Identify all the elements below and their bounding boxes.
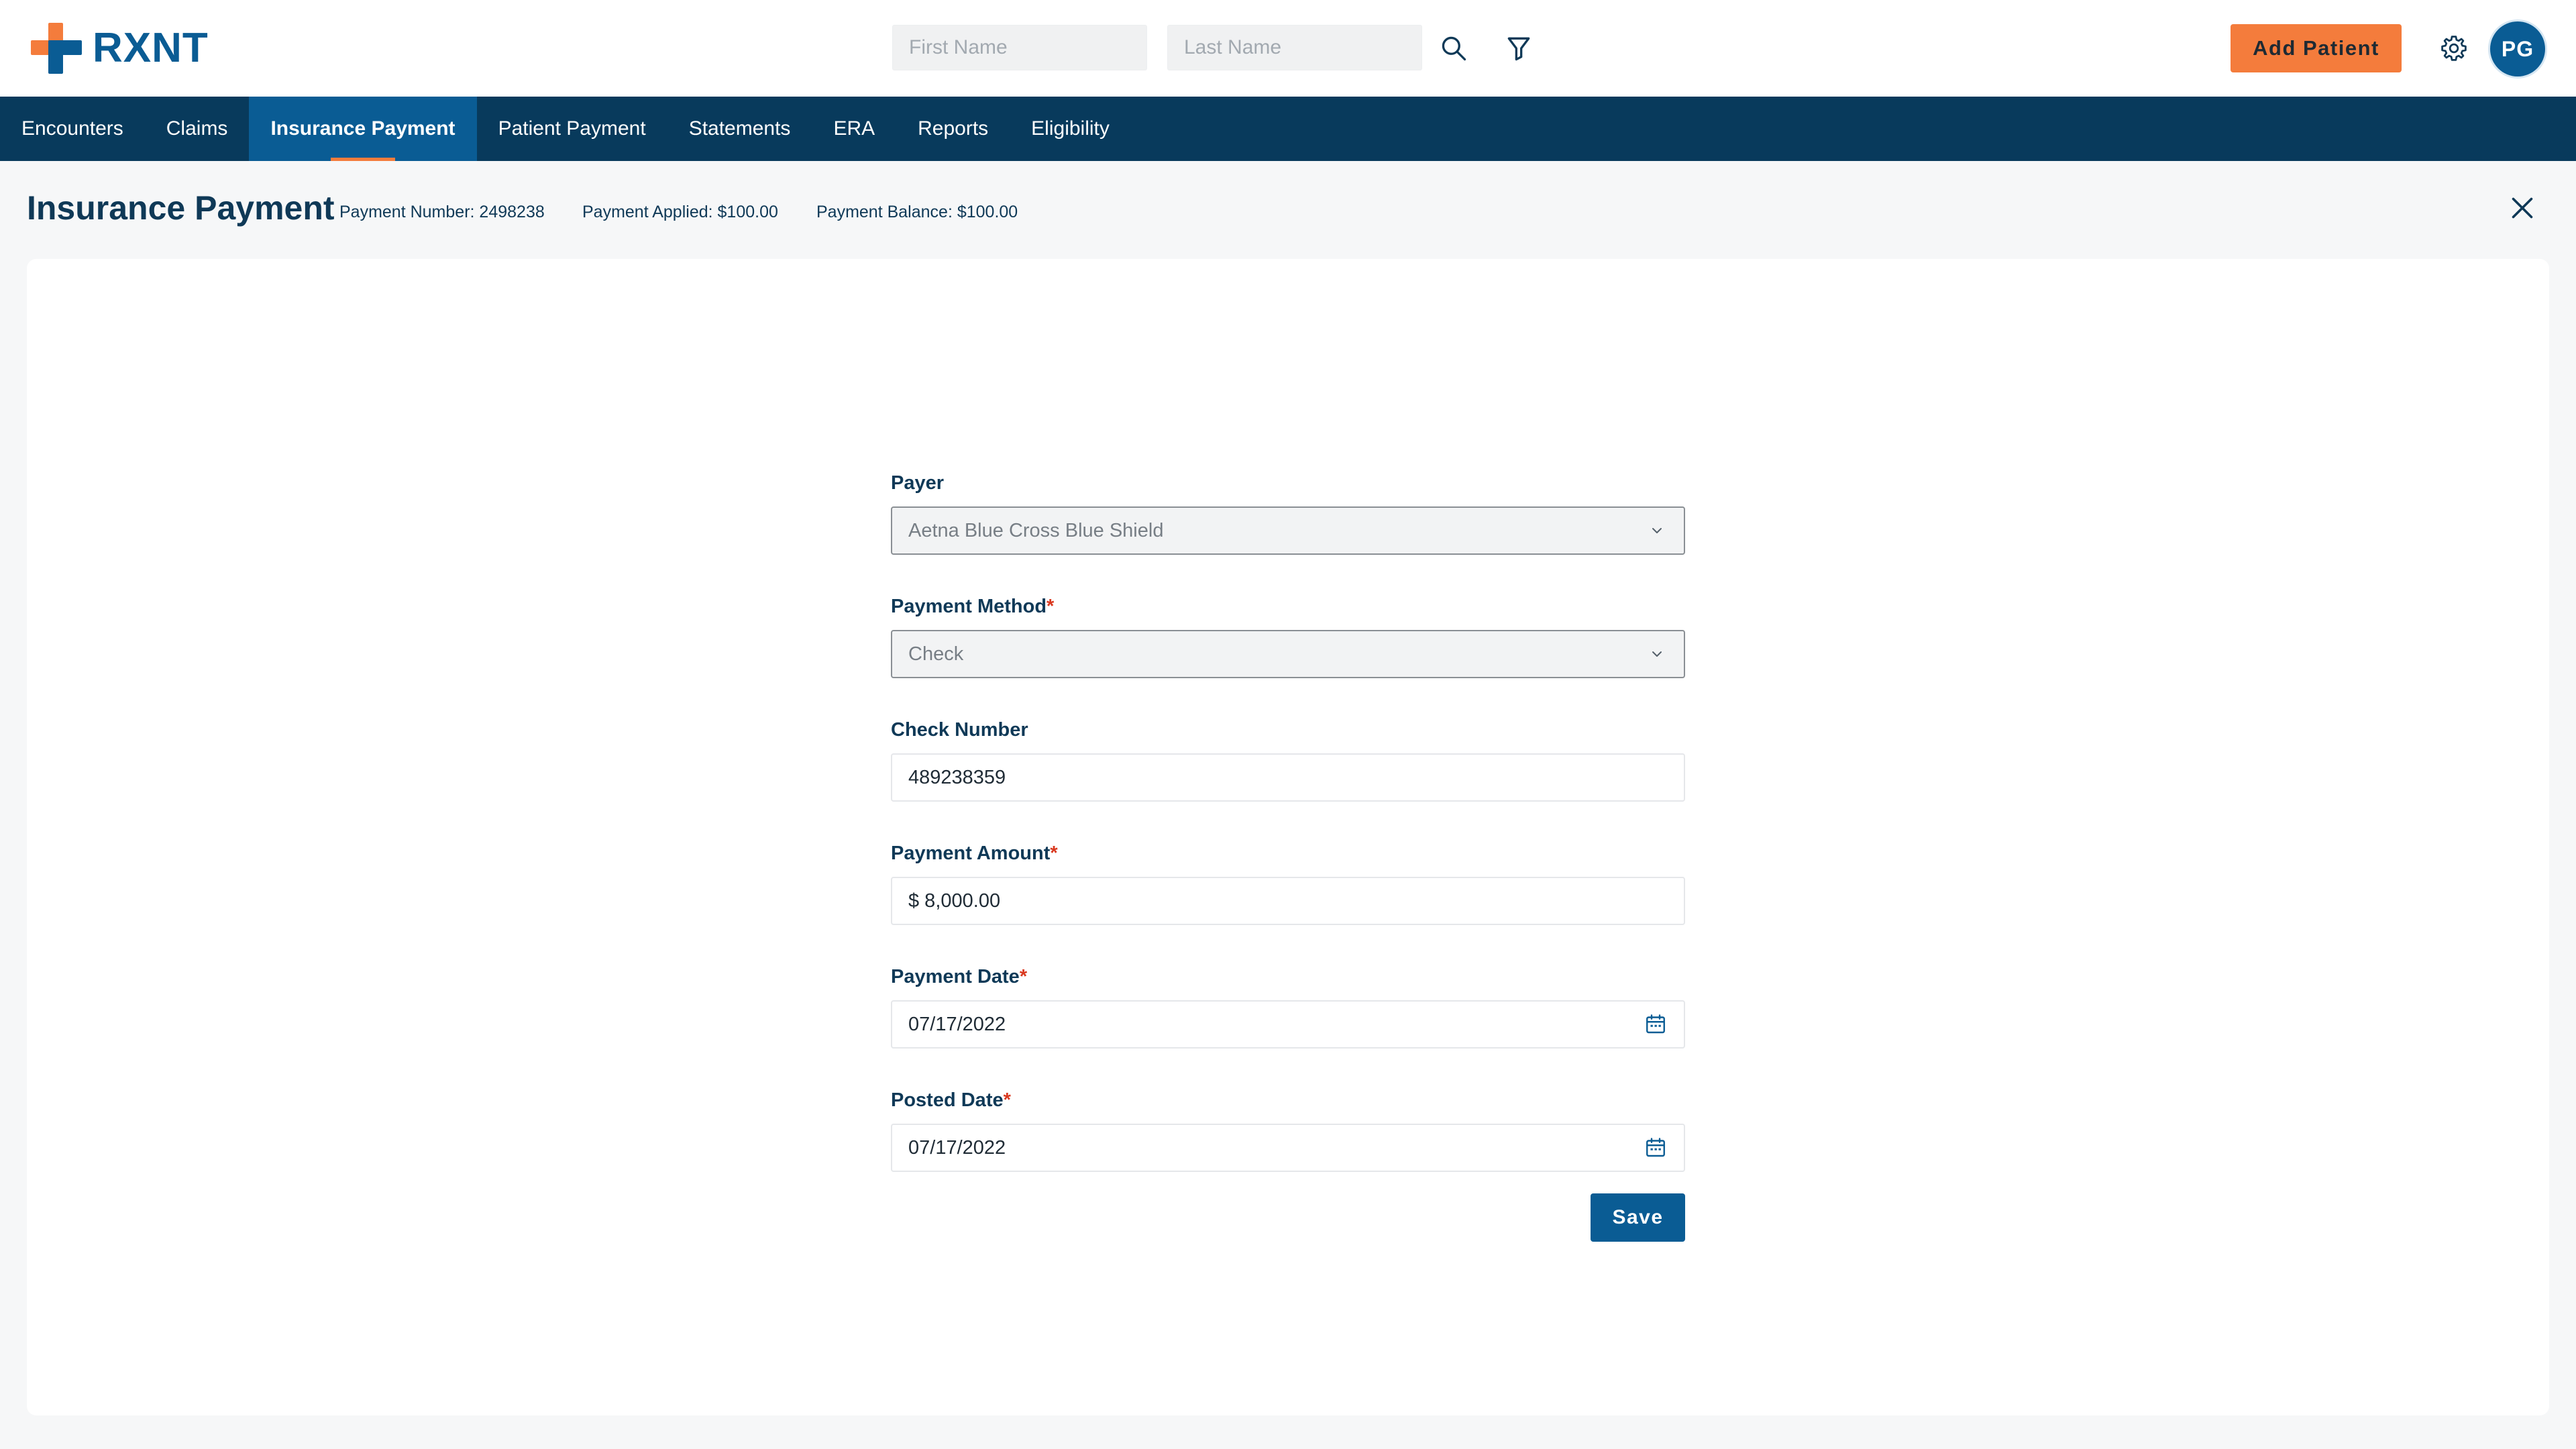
payment-date-field: Payment Date* 07/17/2022 xyxy=(891,963,1685,1049)
posted-date-label: Posted Date* xyxy=(891,1087,1685,1114)
chevron-down-icon xyxy=(1652,528,1662,533)
posted-date-input[interactable]: 07/17/2022 xyxy=(891,1124,1685,1172)
save-button[interactable]: Save xyxy=(1591,1193,1685,1242)
filter-icon xyxy=(1507,37,1530,61)
payment-number-value: 2498238 xyxy=(479,203,545,221)
payment-date-input[interactable]: 07/17/2022 xyxy=(891,1000,1685,1049)
required-mark: * xyxy=(1046,596,1055,617)
nav-tab-encounters[interactable]: Encounters xyxy=(0,97,145,161)
brand-name: RXNT xyxy=(93,25,209,71)
payment-date-label: Payment Date* xyxy=(891,963,1685,990)
payment-balance-label: Payment Balance: xyxy=(816,203,957,221)
chevron-down-icon xyxy=(1652,651,1662,657)
last-name-search-input[interactable] xyxy=(1167,25,1422,70)
rxnt-logo[interactable]: RXNT xyxy=(31,23,209,74)
add-patient-button[interactable]: Add Patient xyxy=(2231,24,2402,72)
nav-tab-statements[interactable]: Statements xyxy=(667,97,812,161)
user-avatar[interactable]: PG xyxy=(2490,21,2545,76)
form-actions: Save xyxy=(891,1193,1685,1242)
calendar-icon[interactable] xyxy=(1644,1136,1668,1160)
first-name-search-input[interactable] xyxy=(892,25,1147,70)
search-icon xyxy=(1442,36,1466,61)
payment-applied-value: $100.00 xyxy=(717,203,778,221)
posted-date-field: Posted Date* 07/17/2022 xyxy=(891,1087,1685,1172)
payment-amount-label-text: Payment Amount xyxy=(891,843,1051,864)
payment-applied-info: Payment Applied: $100.00 xyxy=(582,203,778,222)
payment-method-select[interactable]: Check xyxy=(891,630,1685,678)
nav-tab-eligibility[interactable]: Eligibility xyxy=(1010,97,1131,161)
payment-method-field: Payment Method* Check xyxy=(891,593,1685,678)
rxnt-cross-logo-icon xyxy=(31,23,82,74)
posted-date-value: 07/17/2022 xyxy=(908,1136,1006,1159)
payment-amount-input[interactable]: $ 8,000.00 xyxy=(891,877,1685,925)
check-number-label: Check Number xyxy=(891,716,1685,743)
insurance-payment-form: Payer Aetna Blue Cross Blue Shield Payme… xyxy=(891,470,1685,1242)
required-mark: * xyxy=(1019,966,1028,987)
search-button[interactable] xyxy=(1435,30,1472,67)
payer-select[interactable]: Aetna Blue Cross Blue Shield xyxy=(891,506,1685,555)
gear-icon xyxy=(2441,36,2467,61)
payment-amount-field: Payment Amount* $ 8,000.00 xyxy=(891,840,1685,925)
page-title: Insurance Payment xyxy=(27,189,335,227)
payment-method-selected-value: Check xyxy=(908,643,964,665)
check-number-input[interactable]: 489238359 xyxy=(891,753,1685,802)
payment-amount-value: $ 8,000.00 xyxy=(908,890,1001,912)
payer-field: Payer Aetna Blue Cross Blue Shield xyxy=(891,470,1685,555)
top-header: RXNT Add Patient PG xyxy=(0,0,2576,97)
nav-tab-patient-payment[interactable]: Patient Payment xyxy=(477,97,667,161)
nav-tab-claims[interactable]: Claims xyxy=(145,97,250,161)
calendar-icon[interactable] xyxy=(1644,1012,1668,1036)
required-mark: * xyxy=(1050,843,1058,864)
payment-number-label: Payment Number: xyxy=(339,203,480,221)
filter-button[interactable] xyxy=(1500,30,1538,67)
payer-label: Payer xyxy=(891,470,1685,496)
check-number-value: 489238359 xyxy=(908,766,1006,788)
close-button[interactable] xyxy=(2502,188,2542,228)
main-nav: Encounters Claims Insurance Payment Pati… xyxy=(0,97,2576,161)
payment-method-label: Payment Method* xyxy=(891,593,1685,620)
nav-tab-reports[interactable]: Reports xyxy=(896,97,1010,161)
nav-tab-insurance-payment[interactable]: Insurance Payment xyxy=(249,97,477,161)
payment-date-value: 07/17/2022 xyxy=(908,1013,1006,1035)
nav-tab-era[interactable]: ERA xyxy=(812,97,896,161)
check-number-label-text: Check Number xyxy=(891,719,1028,741)
payment-number-info: Payment Number: 2498238 xyxy=(339,203,545,222)
payment-method-label-text: Payment Method xyxy=(891,596,1047,617)
required-mark: * xyxy=(1003,1089,1011,1111)
payment-amount-label: Payment Amount* xyxy=(891,840,1685,867)
check-number-field: Check Number 489238359 xyxy=(891,716,1685,802)
payer-selected-value: Aetna Blue Cross Blue Shield xyxy=(908,519,1164,541)
payment-balance-value: $100.00 xyxy=(957,203,1018,221)
payer-label-text: Payer xyxy=(891,472,945,494)
payment-date-label-text: Payment Date xyxy=(891,966,1020,987)
payment-applied-label: Payment Applied: xyxy=(582,203,718,221)
close-icon xyxy=(2512,197,2533,219)
payment-balance-info: Payment Balance: $100.00 xyxy=(816,203,1018,222)
posted-date-label-text: Posted Date xyxy=(891,1089,1004,1111)
settings-button[interactable] xyxy=(2435,30,2473,67)
